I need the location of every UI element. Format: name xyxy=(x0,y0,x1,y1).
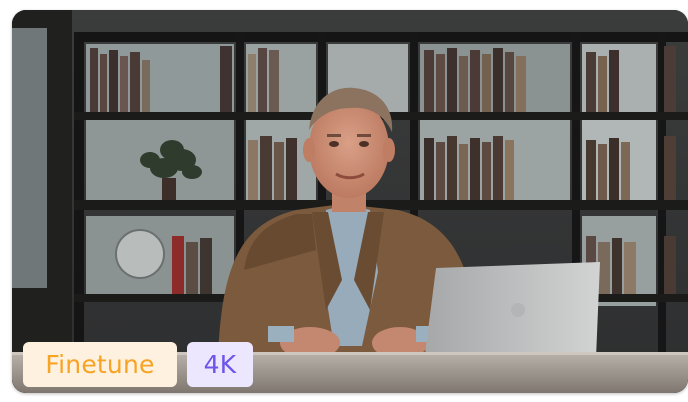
video-card[interactable]: Finetune 4K xyxy=(12,10,688,393)
finetune-badge[interactable]: Finetune xyxy=(23,342,177,387)
resolution-badge[interactable]: 4K xyxy=(187,342,253,387)
video-thumbnail xyxy=(12,10,688,393)
badge-row: Finetune 4K xyxy=(23,342,253,387)
